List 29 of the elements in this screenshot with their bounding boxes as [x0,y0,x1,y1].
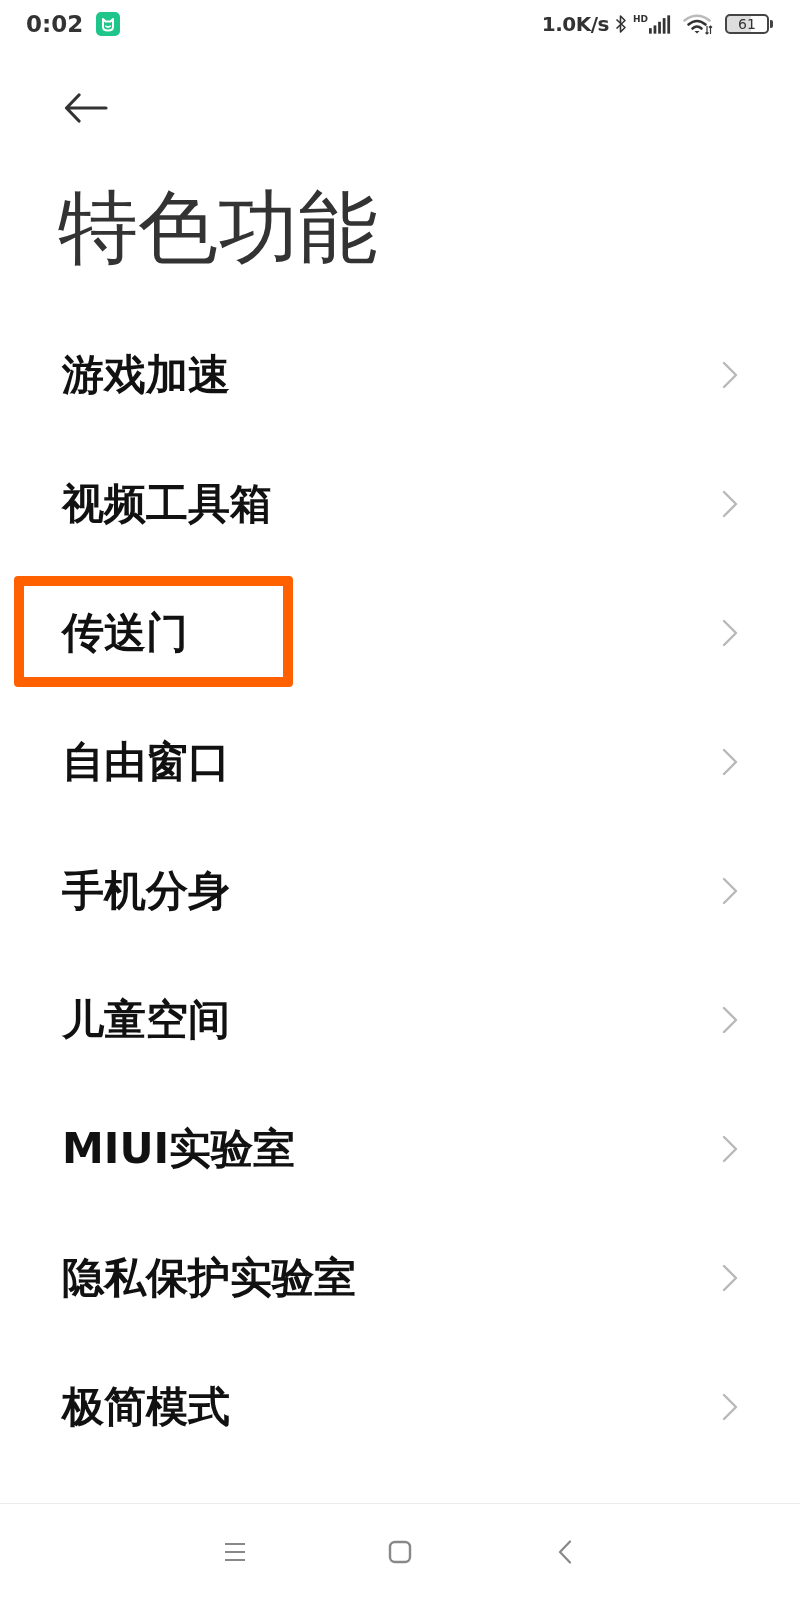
back-arrow-icon [64,93,108,123]
page-title: 特色功能 [58,180,378,276]
cat-app-icon [96,12,121,36]
chevron-right-icon [722,1134,738,1163]
chevron-right-icon [722,360,738,389]
settings-list-item[interactable]: 儿童空间 [0,955,800,1084]
chevron-right-icon [722,618,738,647]
chevron-right-icon [722,876,738,905]
settings-list-item[interactable]: 极简模式 [0,1342,800,1471]
settings-list-item[interactable]: 隐私保护实验室 [0,1213,800,1342]
network-type-label: HD [633,14,648,24]
chevron-right-icon [722,1005,738,1034]
settings-list-item[interactable]: MIUI实验室 [0,1084,800,1213]
clock-time: 0:02 [26,11,84,37]
settings-list-item[interactable]: 游戏加速 [0,310,800,439]
chevron-right-icon [722,489,738,518]
settings-list-item[interactable]: 手机分身 [0,826,800,955]
home-square-icon[interactable] [388,1540,412,1564]
settings-list-item[interactable]: 自由窗口 [0,697,800,826]
chevron-right-icon [722,747,738,776]
settings-list-item[interactable]: 视频工具箱 [0,439,800,568]
chevron-right-icon [722,1392,738,1421]
settings-list-item[interactable]: 传送门 [0,568,800,697]
chevron-right-icon [722,1263,738,1292]
signal-bars-icon [649,14,671,34]
wifi-icon [683,13,713,35]
network-speed: 1.0K/s [541,12,609,36]
bluetooth-icon [615,14,627,34]
menu-icon[interactable] [223,1540,247,1564]
